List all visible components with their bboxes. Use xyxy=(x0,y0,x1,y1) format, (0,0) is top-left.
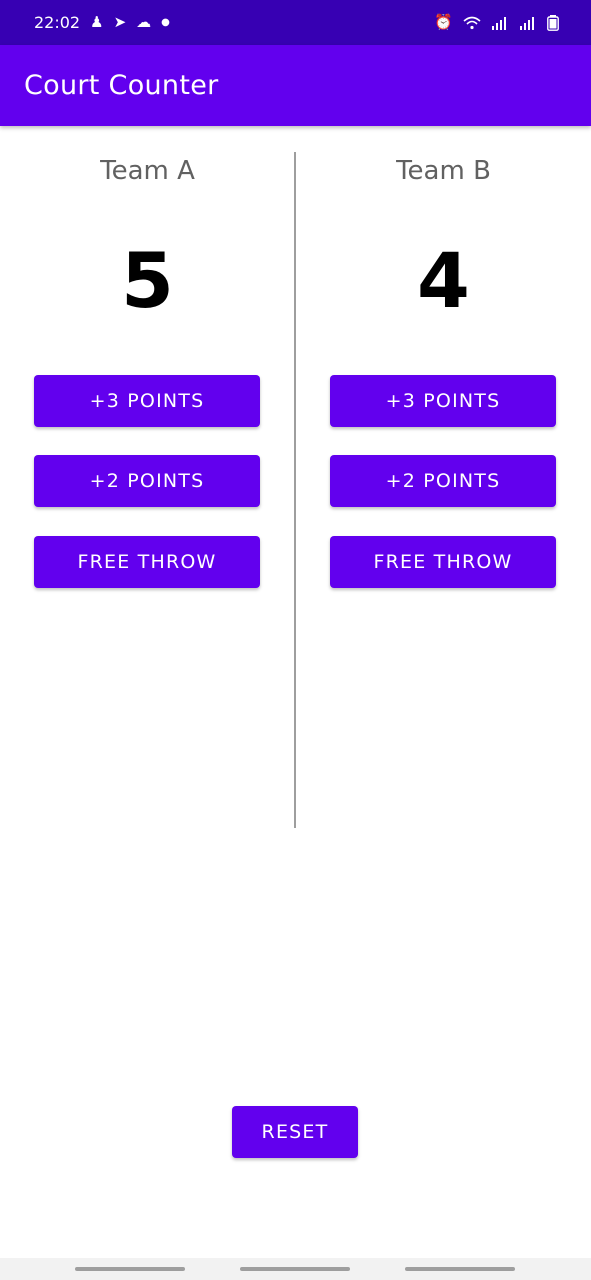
team-a-score: 5 xyxy=(121,236,174,325)
team-b-panel: Team B 4 +3 POINTS +2 POINTS FREE THROW xyxy=(296,126,591,826)
signal-icon xyxy=(491,16,509,30)
status-bar: 22:02 ♟ ➤ ☁ ● ⏰ xyxy=(0,0,591,45)
app-title: Court Counter xyxy=(24,70,219,101)
back-handle[interactable] xyxy=(405,1267,515,1271)
team-a-plus2-button[interactable]: +2 POINTS xyxy=(34,455,260,507)
person-icon: ♟ xyxy=(90,13,104,31)
team-b-score: 4 xyxy=(417,236,470,325)
reset-button[interactable]: RESET xyxy=(232,1106,358,1158)
team-b-free-throw-button[interactable]: FREE THROW xyxy=(330,536,556,588)
alarm-icon: ⏰ xyxy=(434,13,453,31)
app-bar: Court Counter xyxy=(0,45,591,126)
status-left: 22:02 ♟ ➤ ☁ ● xyxy=(34,13,170,32)
wifi-icon xyxy=(463,16,481,30)
team-b-plus3-button[interactable]: +3 POINTS xyxy=(330,375,556,427)
dot-icon: ● xyxy=(161,16,170,28)
telegram-icon: ➤ xyxy=(113,13,127,31)
home-handle[interactable] xyxy=(240,1267,350,1271)
recent-apps-handle[interactable] xyxy=(75,1267,185,1271)
team-b-plus2-button[interactable]: +2 POINTS xyxy=(330,455,556,507)
battery-icon xyxy=(547,14,559,31)
team-a-free-throw-button[interactable]: FREE THROW xyxy=(34,536,260,588)
team-b-name: Team B xyxy=(396,156,491,186)
status-right: ⏰ xyxy=(434,13,559,31)
cloud-icon: ☁ xyxy=(136,13,152,31)
signal-icon xyxy=(519,16,537,30)
team-a-panel: Team A 5 +3 POINTS +2 POINTS FREE THROW xyxy=(0,126,295,826)
team-a-plus3-button[interactable]: +3 POINTS xyxy=(34,375,260,427)
team-a-name: Team A xyxy=(100,156,195,186)
status-time: 22:02 xyxy=(34,13,81,32)
system-nav-bar xyxy=(0,1258,591,1280)
